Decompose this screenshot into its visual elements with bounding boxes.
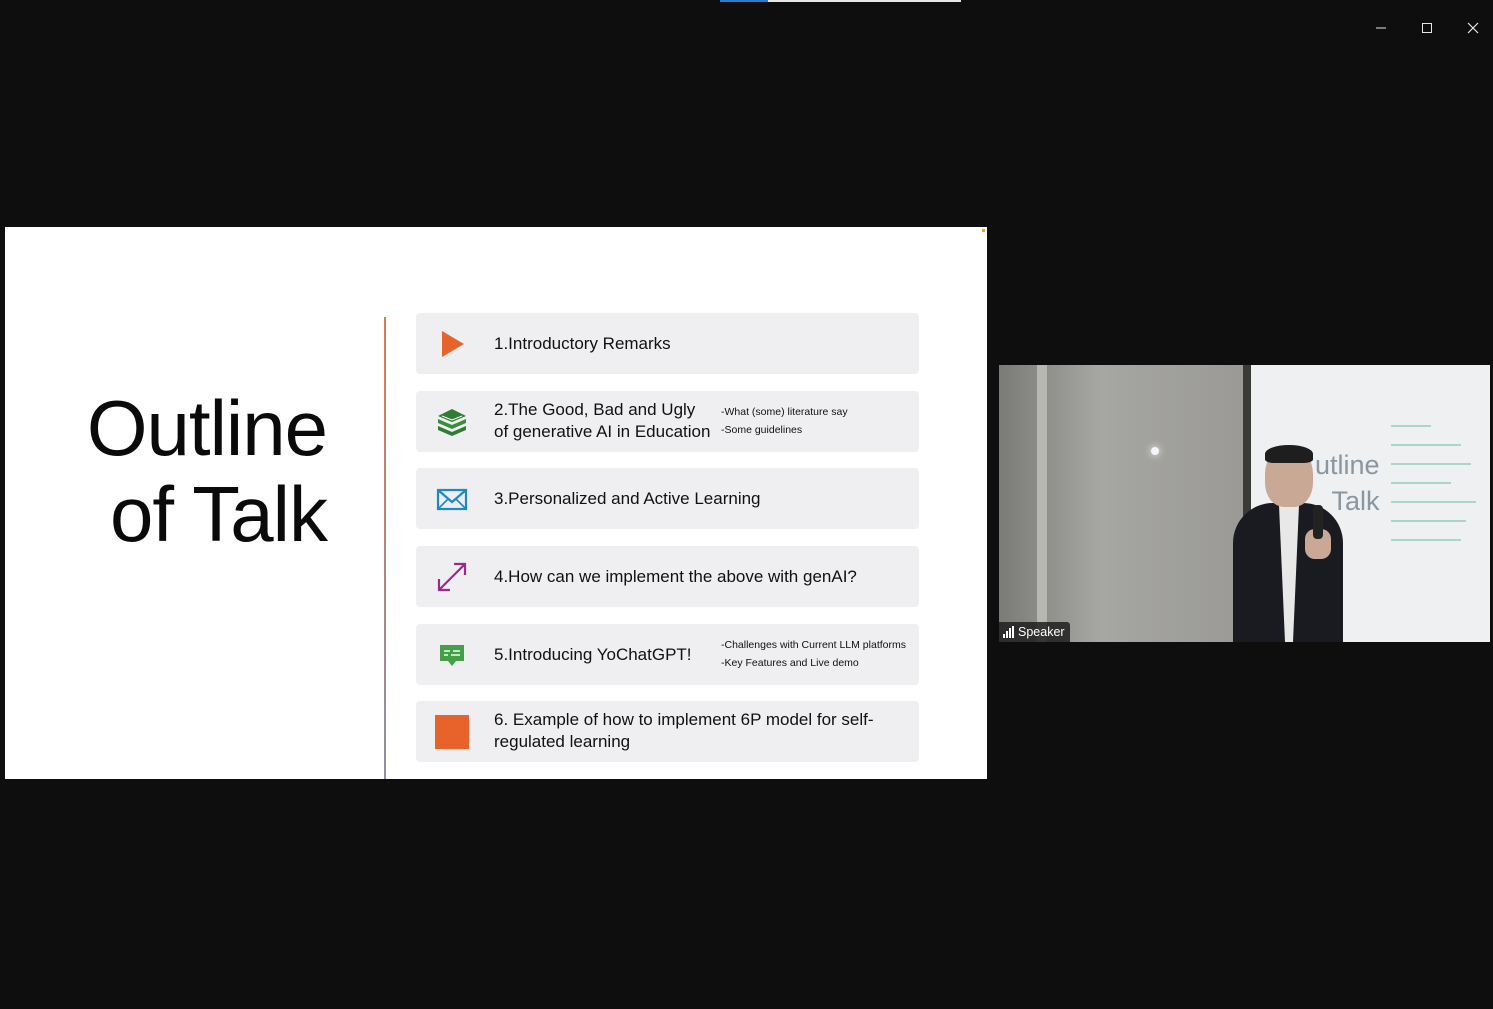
envelope-icon: [436, 488, 468, 511]
top-drag-strip[interactable]: [720, 0, 961, 2]
outline-item-3: 3.Personalized and Active Learning: [416, 468, 919, 529]
slide-corner-marker: [982, 229, 985, 232]
outline-item-label: 5.Introducing YoChatGPT!: [494, 645, 692, 664]
outline-item-2: 2.The Good, Bad and Ugly of generative A…: [416, 391, 919, 452]
video-screen-text: utline Talk: [1315, 447, 1380, 519]
chat-icon: [440, 645, 464, 666]
outline-item-notes: -Challenges with Current LLM platforms -…: [721, 636, 906, 672]
slide-divider: [384, 317, 386, 779]
outline-item-label: 1.Introductory Remarks: [494, 334, 671, 353]
slide-title-line2: of Talk: [109, 470, 328, 558]
outline-note: -Some guidelines: [721, 424, 803, 436]
shared-slide: Outline of Talk 1.Introductory Remarks 2…: [5, 227, 987, 779]
speaker-video[interactable]: utline Talk Speaker: [999, 365, 1490, 642]
minimize-icon: [1376, 27, 1386, 29]
square-icon: [435, 715, 469, 749]
outline-note: -Key Features and Live demo: [721, 657, 859, 669]
outline-note: -What (some) literature say: [721, 406, 848, 418]
outline-item-4: 4.How can we implement the above with ge…: [416, 546, 919, 607]
video-wall-edge: [1037, 365, 1047, 642]
outline-item-label-line1: 2.The Good, Bad and Ugly: [494, 400, 696, 419]
microphone: [1313, 505, 1323, 539]
top-strip-active: [720, 0, 768, 2]
outline-note: -Challenges with Current LLM platforms: [721, 639, 906, 651]
outline-item-label: 3.Personalized and Active Learning: [494, 489, 761, 508]
video-light: [1151, 447, 1159, 455]
outline-item-5: 5.Introducing YoChatGPT! -Challenges wit…: [416, 624, 919, 685]
slide-title: Outline of Talk: [86, 384, 328, 558]
outline-item-6: 6. Example of how to implement 6P model …: [416, 701, 919, 762]
speaker-hair: [1265, 445, 1313, 463]
maximize-button[interactable]: [1409, 10, 1445, 46]
close-button[interactable]: [1455, 10, 1491, 46]
maximize-icon: [1422, 23, 1432, 33]
outline-item-label-line2: of generative AI in Education: [494, 422, 711, 441]
video-screen-lines: [1391, 425, 1479, 558]
play-icon: [442, 331, 464, 357]
close-icon: [1467, 22, 1479, 34]
signal-bars-icon: [1003, 626, 1014, 638]
outline-item-label: 2.The Good, Bad and Ugly of generative A…: [494, 399, 710, 443]
outline-item-label: 6. Example of how to implement 6P model …: [494, 710, 874, 751]
outline-item-label: 4.How can we implement the above with ge…: [494, 567, 857, 586]
speaker-name-tag: Speaker: [999, 622, 1070, 642]
diagonal-arrows-icon: [437, 562, 467, 592]
books-icon: [438, 409, 466, 436]
outline-item-notes: -What (some) literature say -Some guidel…: [721, 403, 848, 439]
slide-title-line1: Outline: [86, 384, 328, 472]
speaker-name: Speaker: [1018, 625, 1065, 639]
minimize-button[interactable]: [1363, 10, 1399, 46]
outline-item-1: 1.Introductory Remarks: [416, 313, 919, 374]
video-screen-text-line1: utline: [1315, 450, 1380, 480]
